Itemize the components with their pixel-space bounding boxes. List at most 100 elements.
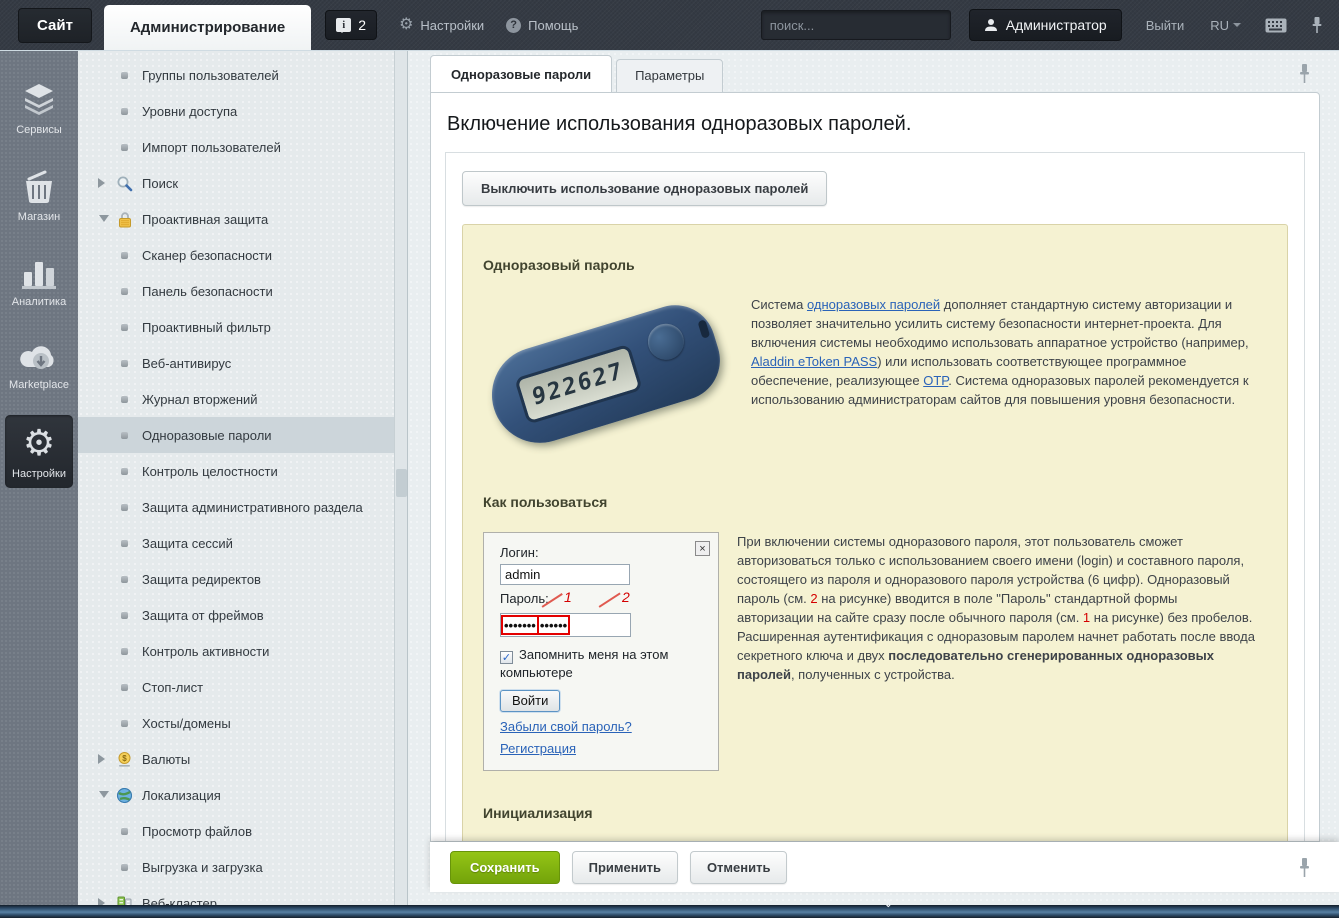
- sidebar-item-сканер-безопасности[interactable]: Сканер безопасности: [78, 237, 407, 273]
- search-input[interactable]: [770, 18, 946, 33]
- user-button[interactable]: Администратор: [969, 9, 1122, 41]
- bullet-icon: [116, 283, 133, 300]
- menu-expand-toggle[interactable]: [98, 178, 110, 188]
- disable-otp-button[interactable]: Выключить использование одноразовых паро…: [462, 171, 827, 206]
- sidebar-item-label: Защита от фреймов: [142, 608, 264, 623]
- sidebar-item-защита-редиректов[interactable]: Защита редиректов: [78, 561, 407, 597]
- bullet-icon: [116, 355, 133, 372]
- section-otp-header: Одноразовый пароль: [483, 257, 1267, 273]
- gear-icon: ⚙: [399, 17, 413, 33]
- bullet-icon: [121, 576, 128, 583]
- settings-icon: ⚙: [23, 424, 55, 462]
- sidebar-item-защита-сессий[interactable]: Защита сессий: [78, 525, 407, 561]
- sidebar-item-панель-безопасности[interactable]: Панель безопасности: [78, 273, 407, 309]
- sidebar-item-label: Локализация: [142, 788, 221, 803]
- sidebar-item-валюты[interactable]: $Валюты: [78, 741, 407, 777]
- menu-scrollbar-thumb[interactable]: [396, 469, 407, 497]
- sidebar-item-хосты-домены[interactable]: Хосты/домены: [78, 705, 407, 741]
- password-dots-1: •••••••: [504, 619, 536, 632]
- sidebar-item-проактивная-защита[interactable]: Проактивная защита: [78, 201, 407, 237]
- apply-button[interactable]: Применить: [572, 851, 678, 884]
- close-icon[interactable]: ×: [695, 541, 710, 556]
- sidebar-item-журнал-вторжений[interactable]: Журнал вторжений: [78, 381, 407, 417]
- menu-scrollbar[interactable]: [394, 51, 407, 905]
- rail-item-marketplace[interactable]: Marketplace: [5, 332, 73, 399]
- bullet-icon: [121, 144, 128, 151]
- sidebar-item-label: Защита административного раздела: [142, 500, 363, 515]
- rail-item-label: Marketplace: [9, 379, 69, 391]
- sidebar-item-стоп-лист[interactable]: Стоп-лист: [78, 669, 407, 705]
- sidebar-item-защита-административного-раздела[interactable]: Защита административного раздела: [78, 489, 407, 525]
- bullet-icon: [116, 643, 133, 660]
- rail-item-аналитика[interactable]: Аналитика: [5, 247, 73, 316]
- password-input[interactable]: ••••••• ••••••: [500, 613, 631, 637]
- pin-icon[interactable]: [1311, 16, 1323, 34]
- sidebar-item-группы-пользователей[interactable]: Группы пользователей: [78, 57, 407, 93]
- sidebar-item-проактивный-фильтр[interactable]: Проактивный фильтр: [78, 309, 407, 345]
- footer-pin-icon[interactable]: [1298, 857, 1311, 878]
- login-form-illustration: × Логин: Пароль: 1 2: [483, 532, 719, 771]
- sidebar-item-локализация[interactable]: Локализация: [78, 777, 407, 813]
- sidebar-item-импорт-пользователей[interactable]: Импорт пользователей: [78, 129, 407, 165]
- keyboard-icon[interactable]: [1265, 18, 1287, 33]
- notifications-button[interactable]: i 2: [325, 10, 377, 40]
- password-label-row: Пароль: 1 2: [500, 591, 702, 611]
- remember-me-checkbox[interactable]: ✓: [500, 651, 513, 664]
- logout-link[interactable]: Выйти: [1146, 18, 1185, 33]
- menu-expand-toggle[interactable]: [98, 787, 110, 803]
- topbar-settings-button[interactable]: ⚙ Настройки: [399, 17, 484, 33]
- registration-link[interactable]: Регистрация: [500, 741, 702, 756]
- workspace: Сервисы Магазин Аналитика Marketplace ⚙Настр…: [0, 50, 1339, 905]
- sidebar-item-одноразовые-пароли[interactable]: Одноразовые пароли: [78, 417, 407, 453]
- sidebar-item-контроль-активности[interactable]: Контроль активности: [78, 633, 407, 669]
- bullet-icon: [121, 504, 128, 511]
- menu-expand-toggle[interactable]: [98, 898, 110, 905]
- help-icon: ?: [506, 18, 521, 33]
- search-box[interactable]: [761, 10, 951, 40]
- bullet-icon: [116, 247, 133, 264]
- topbar-help-button[interactable]: ? Помощь: [506, 18, 578, 33]
- menu-expand-toggle[interactable]: [98, 754, 110, 764]
- login-label: Логин:: [500, 545, 702, 560]
- sidebar-item-контроль-целостности[interactable]: Контроль целостности: [78, 453, 407, 489]
- inline-link[interactable]: OTP: [923, 373, 948, 388]
- sidebar-item-label: Сканер безопасности: [142, 248, 272, 263]
- sidebar-item-защита-от-фреймов[interactable]: Защита от фреймов: [78, 597, 407, 633]
- sidebar-item-веб-кластер[interactable]: Веб-кластер: [78, 885, 407, 905]
- bullet-icon: [116, 499, 133, 516]
- section-init-header: Инициализация: [483, 805, 1267, 821]
- language-selector[interactable]: RU: [1210, 18, 1241, 33]
- forgot-password-link[interactable]: Забыли свой пароль?: [500, 719, 702, 734]
- topbar-help-label: Помощь: [528, 18, 578, 33]
- sidebar-item-выгрузка-и-загрузка[interactable]: Выгрузка и загрузка: [78, 849, 407, 885]
- rail-item-магазин[interactable]: Магазин: [5, 160, 73, 231]
- bottom-resize-bar[interactable]: ⇕: [0, 905, 1339, 918]
- section-usage-header: Как пользоваться: [483, 494, 1267, 510]
- bullet-icon: [116, 139, 133, 156]
- rail-item-настройки[interactable]: ⚙Настройки: [5, 415, 73, 488]
- language-label: RU: [1210, 18, 1229, 33]
- inline-link[interactable]: Aladdin eToken PASS: [751, 354, 877, 369]
- sidebar-item-веб-антивирус[interactable]: Веб-антивирус: [78, 345, 407, 381]
- content-pin-icon[interactable]: [1298, 63, 1311, 84]
- resize-handle-icon[interactable]: ⇕: [884, 899, 893, 910]
- sidebar-item-уровни-доступа[interactable]: Уровни доступа: [78, 93, 407, 129]
- bullet-icon: [116, 427, 133, 444]
- inline-link[interactable]: одноразовых паролей: [807, 297, 940, 312]
- tab-site[interactable]: Сайт: [18, 8, 92, 43]
- sidebar-item-поиск[interactable]: Поиск: [78, 165, 407, 201]
- user-label: Администратор: [1006, 17, 1107, 33]
- menu-expand-toggle[interactable]: [98, 211, 110, 227]
- tab-admin[interactable]: Администрирование: [104, 5, 311, 50]
- tab-параметры[interactable]: Параметры: [616, 59, 723, 92]
- login-submit-button[interactable]: Войти: [500, 690, 560, 712]
- cancel-button[interactable]: Отменить: [690, 851, 788, 884]
- save-button[interactable]: Сохранить: [450, 851, 560, 884]
- sidebar-item-просмотр-файлов[interactable]: Просмотр файлов: [78, 813, 407, 849]
- sidebar-item-label: Импорт пользователей: [142, 140, 281, 155]
- tab-одноразовые-пароли[interactable]: Одноразовые пароли: [430, 55, 612, 92]
- rail-item-сервисы[interactable]: Сервисы: [5, 75, 73, 144]
- content-tabbar: Одноразовые паролиПараметры: [408, 51, 1339, 92]
- login-input[interactable]: [500, 564, 630, 585]
- bullet-icon: [116, 319, 133, 336]
